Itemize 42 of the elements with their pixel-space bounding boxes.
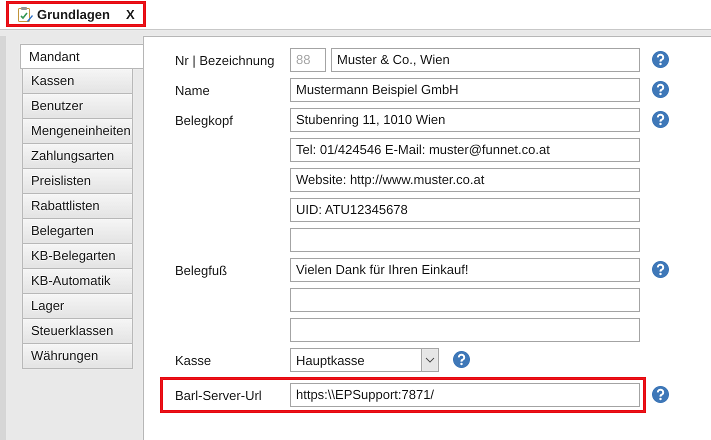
help-icon[interactable] [652, 261, 669, 278]
section-tab[interactable]: KB-Belegarten [22, 244, 133, 269]
input-field[interactable] [290, 228, 640, 252]
field-label: Nr | Bezeichnung [175, 52, 274, 68]
section-tab[interactable]: Kassen [22, 69, 133, 94]
input-field[interactable]: Tel: 01/424546 E-Mail: muster@funnet.co.at [290, 138, 640, 162]
field-label: Belegfuß [175, 262, 228, 278]
section-tab[interactable]: Rabattlisten [22, 194, 133, 219]
section-tab[interactable]: Belegarten [22, 219, 133, 244]
input-field[interactable]: UID: ATU12345678 [290, 198, 640, 222]
input-field[interactable] [290, 318, 640, 342]
input-field[interactable]: https:\\EPSupport:7871/ [290, 383, 640, 407]
input-field[interactable]: Website: http://www.muster.co.at [290, 168, 640, 192]
chevron-icon [421, 349, 438, 371]
section-tab[interactable]: Preislisten [22, 169, 133, 194]
help-icon[interactable] [652, 386, 669, 403]
section-tab[interactable]: Lager [22, 294, 133, 319]
clipboard-icon [17, 6, 33, 22]
help-icon[interactable] [453, 351, 470, 368]
field-label: Kasse [175, 352, 212, 368]
section-tab[interactable]: Währungen [22, 344, 133, 369]
help-icon[interactable] [652, 81, 669, 98]
section-tab[interactable]: Mandant [20, 44, 144, 69]
dropdown[interactable]: Hauptkasse [290, 348, 439, 372]
section-tab[interactable]: Mengeneinheiten [22, 119, 133, 144]
input-field[interactable]: Mustermann Beispiel GmbH [290, 78, 640, 102]
section-tab[interactable]: Zahlungsarten [22, 144, 133, 169]
document-tab[interactable]: Grundlagen X [6, 1, 146, 27]
input-field[interactable]: Muster & Co., Wien [331, 48, 640, 72]
section-tab[interactable]: Steuerklassen [22, 319, 133, 344]
field-label: Name [175, 82, 210, 98]
field-label: Barl-Server-Url [175, 388, 262, 402]
section-tab[interactable]: Benutzer [22, 94, 133, 119]
input-field[interactable] [290, 288, 640, 312]
input-field[interactable]: Stubenring 11, 1010 Wien [290, 108, 640, 132]
help-icon[interactable] [652, 111, 669, 128]
input-field[interactable]: Vielen Dank für Ihren Einkauf! [290, 258, 640, 282]
section-tab[interactable]: KB-Automatik [22, 269, 133, 294]
tab-label: Grundlagen [37, 6, 110, 22]
close-button[interactable]: X [126, 6, 135, 22]
help-icon[interactable] [652, 51, 669, 68]
field-label: Belegkopf [175, 112, 233, 128]
